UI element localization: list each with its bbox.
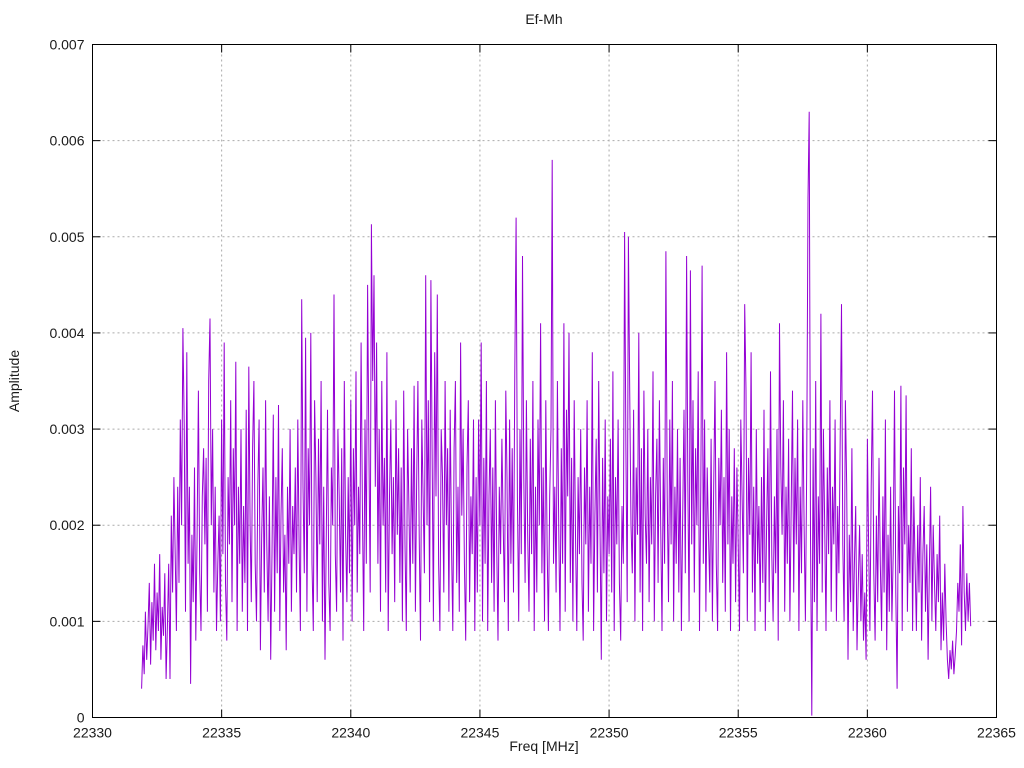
y-tick-label: 0.001 [49,613,84,629]
x-tick-label: 22330 [73,725,112,741]
y-tick-label: 0.005 [49,229,84,245]
x-tick-label: 22345 [460,725,499,741]
y-tick-label: 0.003 [49,421,84,437]
x-tick-label: 22335 [202,725,241,741]
y-tick-label: 0.002 [49,517,84,533]
y-tick-label: 0.004 [49,325,84,341]
spectrum-line [141,111,972,716]
y-tick-label: 0 [77,710,85,726]
x-tick-label: 22365 [977,725,1016,741]
y-tick-label: 0.007 [49,37,84,53]
x-tick-label: 22350 [590,725,629,741]
chart-window: Ef-Mh Amplitude Freq [MHz] 22330 22335 223… [0,0,1024,768]
plot-svg: 22330 22335 22340 22345 22350 22355 22360 22365… [49,37,1016,741]
x-tick-label: 22360 [848,725,887,741]
x-tick-label: 22340 [331,725,370,741]
x-tick-label: 22355 [719,725,758,741]
y-tick-label: 0.006 [49,133,84,149]
